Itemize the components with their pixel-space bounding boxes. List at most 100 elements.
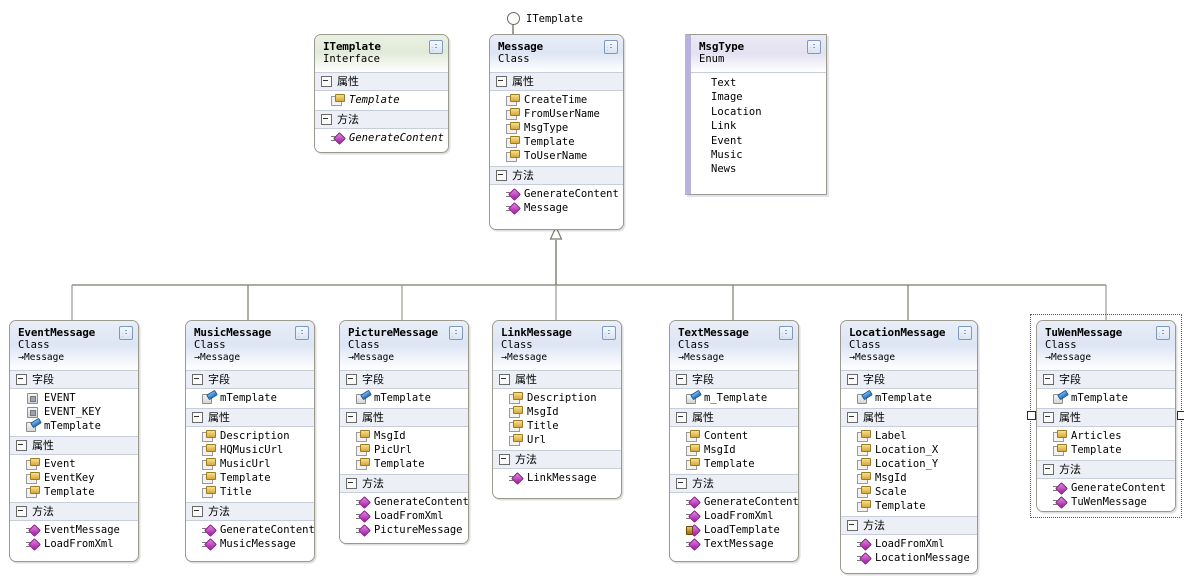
collapse-chevron-icon[interactable] xyxy=(807,40,821,54)
collapse-minus-icon[interactable] xyxy=(1043,464,1054,475)
member-row[interactable]: Location_X xyxy=(845,443,973,457)
collapse-minus-icon[interactable] xyxy=(499,374,510,385)
section-header-methods[interactable]: 方法 xyxy=(10,502,138,521)
collapse-minus-icon[interactable] xyxy=(1043,412,1054,423)
section-header-properties[interactable]: 属性 xyxy=(493,370,621,389)
node-musicmessage[interactable]: MusicMessage Class →Message 字段 mTemplate… xyxy=(185,320,315,562)
member-row[interactable]: Template xyxy=(845,499,973,513)
collapse-minus-icon[interactable] xyxy=(847,412,858,423)
member-row[interactable]: Event xyxy=(14,457,134,471)
collapse-minus-icon[interactable] xyxy=(499,454,510,465)
section-header-properties[interactable]: 属性 xyxy=(490,72,623,91)
member-row[interactable]: Template xyxy=(319,93,444,107)
member-row[interactable]: LocationMessage xyxy=(845,551,973,565)
member-row[interactable]: PicUrl xyxy=(344,443,464,457)
collapse-minus-icon[interactable] xyxy=(847,520,858,531)
section-header-fields[interactable]: 字段 xyxy=(841,370,977,389)
member-row[interactable]: EVENT xyxy=(14,391,134,405)
section-header-properties[interactable]: 属性 xyxy=(10,436,138,455)
section-header-fields[interactable]: 字段 xyxy=(340,370,468,389)
collapse-minus-icon[interactable] xyxy=(16,506,27,517)
collapse-minus-icon[interactable] xyxy=(496,76,507,87)
member-row[interactable]: Template xyxy=(190,471,310,485)
member-row[interactable]: LoadTemplate xyxy=(674,523,794,537)
member-row[interactable]: GenerateContent xyxy=(494,187,619,201)
collapse-minus-icon[interactable] xyxy=(1043,374,1054,385)
node-picturemessage[interactable]: PictureMessage Class →Message 字段 mTempla… xyxy=(339,320,469,544)
collapse-minus-icon[interactable] xyxy=(346,412,357,423)
member-row[interactable]: MusicUrl xyxy=(190,457,310,471)
section-header-methods[interactable]: 方法 xyxy=(490,166,623,185)
member-row[interactable]: PictureMessage xyxy=(344,523,464,537)
member-row[interactable]: mTemplate xyxy=(845,391,973,405)
section-header-properties[interactable]: 属性 xyxy=(1037,408,1175,427)
member-row[interactable]: EventMessage xyxy=(14,523,134,537)
member-row[interactable]: MsgId xyxy=(344,429,464,443)
member-row[interactable]: Template xyxy=(674,457,794,471)
member-row[interactable]: Template xyxy=(1041,443,1171,457)
node-linkmessage[interactable]: LinkMessage Class →Message 属性 Descriptio… xyxy=(492,320,622,499)
collapse-minus-icon[interactable] xyxy=(16,374,27,385)
member-row[interactable]: LinkMessage xyxy=(497,471,617,485)
member-row[interactable]: EVENT_KEY xyxy=(14,405,134,419)
member-row[interactable]: Message xyxy=(494,201,619,215)
member-row[interactable]: LoadFromXml xyxy=(845,537,973,551)
member-row[interactable]: mTemplate xyxy=(1041,391,1171,405)
collapse-minus-icon[interactable] xyxy=(321,76,332,87)
collapse-minus-icon[interactable] xyxy=(321,114,332,125)
member-row[interactable]: Url xyxy=(497,433,617,447)
collapse-minus-icon[interactable] xyxy=(192,374,203,385)
collapse-minus-icon[interactable] xyxy=(346,374,357,385)
collapse-minus-icon[interactable] xyxy=(676,412,687,423)
member-row[interactable]: TuWenMessage xyxy=(1041,495,1171,509)
collapse-chevron-icon[interactable] xyxy=(779,326,793,340)
section-header-methods[interactable]: 方法 xyxy=(670,474,798,493)
member-row[interactable]: LoadFromXml xyxy=(674,509,794,523)
section-header-methods[interactable]: 方法 xyxy=(841,516,977,535)
resize-handle-left[interactable] xyxy=(1027,411,1036,420)
member-row[interactable]: Description xyxy=(497,391,617,405)
section-header-methods[interactable]: 方法 xyxy=(186,502,314,521)
section-header-properties[interactable]: 属性 xyxy=(670,408,798,427)
node-itemplate[interactable]: ITemplate Interface 属性 Template 方法 Gener… xyxy=(314,34,449,153)
member-row[interactable]: GenerateContent xyxy=(319,131,444,145)
node-tuwenmessage[interactable]: TuWenMessage Class →Message 字段 mTemplate… xyxy=(1036,320,1176,512)
collapse-minus-icon[interactable] xyxy=(16,440,27,451)
section-header-properties[interactable]: 属性 xyxy=(841,408,977,427)
member-row[interactable]: MsgType xyxy=(494,121,619,135)
collapse-minus-icon[interactable] xyxy=(676,374,687,385)
section-header-fields[interactable]: 字段 xyxy=(670,370,798,389)
collapse-chevron-icon[interactable] xyxy=(449,326,463,340)
section-header-methods[interactable]: 方法 xyxy=(315,110,448,129)
section-header-properties[interactable]: 属性 xyxy=(315,72,448,91)
member-row[interactable]: MsgId xyxy=(845,471,973,485)
section-header-methods[interactable]: 方法 xyxy=(1037,460,1175,479)
member-row[interactable]: Location_Y xyxy=(845,457,973,471)
section-header-methods[interactable]: 方法 xyxy=(493,450,621,469)
member-row[interactable]: LoadFromXml xyxy=(14,537,134,551)
member-row[interactable]: ToUserName xyxy=(494,149,619,163)
member-row[interactable]: Description xyxy=(190,429,310,443)
member-row[interactable]: mTemplate xyxy=(190,391,310,405)
resize-handle-right[interactable] xyxy=(1177,411,1184,420)
section-header-methods[interactable]: 方法 xyxy=(340,474,468,493)
collapse-minus-icon[interactable] xyxy=(346,478,357,489)
member-row[interactable]: mTemplate xyxy=(344,391,464,405)
member-row[interactable]: FromUserName xyxy=(494,107,619,121)
member-row[interactable]: MsgId xyxy=(497,405,617,419)
member-row[interactable]: m_Template xyxy=(674,391,794,405)
member-row[interactable]: Template xyxy=(344,457,464,471)
member-row[interactable]: Content xyxy=(674,429,794,443)
member-row[interactable]: Label xyxy=(845,429,973,443)
collapse-chevron-icon[interactable] xyxy=(429,40,443,54)
node-message[interactable]: Message Class 属性 CreateTime FromUserName… xyxy=(489,34,624,230)
member-row[interactable]: Title xyxy=(190,485,310,499)
collapse-chevron-icon[interactable] xyxy=(604,40,618,54)
collapse-chevron-icon[interactable] xyxy=(602,326,616,340)
collapse-chevron-icon[interactable] xyxy=(958,326,972,340)
collapse-minus-icon[interactable] xyxy=(192,506,203,517)
member-row[interactable]: mTemplate xyxy=(14,419,134,433)
member-row[interactable]: TextMessage xyxy=(674,537,794,551)
collapse-chevron-icon[interactable] xyxy=(119,326,133,340)
section-header-properties[interactable]: 属性 xyxy=(186,408,314,427)
